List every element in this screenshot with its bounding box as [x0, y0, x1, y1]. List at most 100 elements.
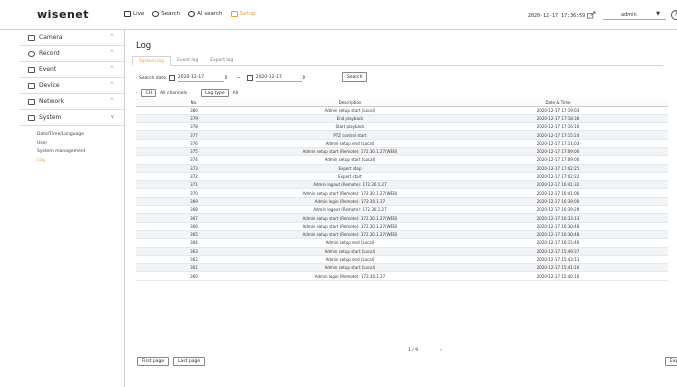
table-row[interactable]: 370 Admin setup start (Remote): 172.30.1.… — [136, 188, 668, 198]
column-header-date-time[interactable]: Date & Time — [448, 99, 668, 107]
cell-description: Admin logout (Remote): 172.30.1.27 — [252, 180, 448, 190]
cell-description: Admin setup start (Local) — [252, 263, 448, 273]
table-row[interactable]: 373 Export stop 2020-12-17 17:02:25 — [136, 164, 668, 173]
cell-description: Admin setup start (Remote): 172.30.1.27(… — [252, 213, 448, 223]
cell-no: 362 — [136, 255, 252, 265]
nav-setup-label: Setup — [239, 11, 256, 17]
table-row[interactable]: 367 Admin setup start (Remote): 172.30.1.… — [136, 213, 668, 223]
first-page-button[interactable]: First page — [137, 357, 170, 366]
channel-value: All channels — [159, 90, 188, 96]
table-row[interactable]: 360 Admin login (Remote): 172.30.1.27 2020… — [136, 271, 668, 281]
help-icon[interactable]: ? — [671, 10, 677, 20]
table-row[interactable]: 374 Admin setup start (Local) 2020-12-17 1… — [136, 155, 668, 165]
tab-event-log[interactable]: Event log — [171, 56, 204, 66]
cell-no: 361 — [136, 263, 252, 273]
table-row[interactable]: 364 Admin setup end (Local) 2020-12-17 16:… — [136, 238, 668, 248]
cell-date-time: 2020-12-17 17:09:00 — [448, 147, 668, 157]
table-row[interactable]: 362 Admin setup end (Local) 2020-12-17 15:… — [136, 255, 668, 265]
sidebar-item-label: Camera — [39, 34, 63, 41]
system-submenu: Date/Time/Language User System managemen… — [20, 126, 124, 165]
cell-description: Admin setup end (Local) — [252, 255, 448, 265]
log-table-body: 380 Admin setup start (Local) 2020-12-17 1… — [136, 106, 668, 281]
submenu-user[interactable]: User — [37, 140, 124, 149]
export-button[interactable]: Exp — [665, 357, 677, 366]
cell-no: 371 — [136, 180, 252, 190]
chevron-up-icon: ^ — [109, 34, 114, 40]
cell-no: 364 — [136, 238, 252, 248]
sidebar-item-camera[interactable]: Camera ^ — [20, 30, 124, 46]
cell-description: End playback — [252, 114, 448, 124]
calendar-icon[interactable] — [246, 75, 253, 81]
setup-icon — [230, 11, 238, 17]
table-row[interactable]: 379 End playback 2020-12-17 17:18:38 — [136, 114, 668, 124]
submenu-system-management[interactable]: System management — [37, 148, 124, 157]
table-row[interactable]: 369 Admin login (Remote): 172.30.1.27 2020… — [136, 197, 668, 207]
table-row[interactable]: 365 Admin setup start (Remote): 172.30.1.… — [136, 230, 668, 240]
submenu-date-time-language[interactable]: Date/Time/Language — [37, 131, 124, 140]
next-page-icon[interactable]: › — [440, 348, 442, 353]
table-row[interactable]: 376 Admin setup end (Local) 2020-12-17 17:… — [136, 139, 668, 149]
wisenet-logo: wisenet — [37, 8, 89, 21]
start-time-stepper[interactable]: ⇕ — [224, 75, 234, 81]
chevron-down-icon: v — [111, 114, 114, 120]
table-row[interactable]: 378 Start playback 2020-12-17 17:16:16 — [136, 122, 668, 132]
end-time-stepper[interactable]: ⇕ — [302, 75, 312, 81]
table-row[interactable]: 363 Admin setup start (Local) 2020-12-17 1… — [136, 247, 668, 256]
calendar-icon[interactable] — [168, 75, 175, 81]
cell-no: 372 — [136, 172, 252, 182]
table-row[interactable]: 366 Admin setup start (Remote): 172.30.1.… — [136, 222, 668, 231]
tab-system-log[interactable]: System log — [132, 56, 172, 66]
start-date-field[interactable]: 2020-12-17 — [177, 74, 224, 82]
cell-no: 367 — [136, 213, 252, 223]
table-header-row: No. Description Date & Time — [136, 99, 668, 107]
end-date-field[interactable]: 2020-12-17 — [255, 74, 302, 82]
nav-search[interactable]: Search — [152, 11, 180, 17]
pagination: 1 / 9 › — [408, 348, 442, 353]
table-row[interactable]: 377 PTZ control start 2020-12-17 17:15:24 — [136, 130, 668, 140]
sidebar-item-event[interactable]: Event ^ — [20, 62, 124, 78]
channel-button[interactable]: CH — [141, 89, 156, 97]
tab-export-log[interactable]: Export log — [204, 56, 239, 66]
nav-live[interactable]: Live — [124, 11, 144, 17]
search-date-row: · Search date 2020-12-17 ⇕ ~ 2020-12-17 … — [136, 73, 312, 83]
cell-date-time: 2020-12-17 17:02:22 — [448, 172, 668, 182]
cell-date-time: 2020-12-17 17:15:24 — [448, 130, 668, 140]
nav-ai-search[interactable]: AI search — [188, 11, 223, 17]
sidebar-item-device[interactable]: Device ^ — [20, 78, 124, 94]
cell-description: Admin setup start (Remote): 172.30.1.27(… — [252, 147, 448, 157]
range-separator: ~ — [236, 75, 241, 81]
last-page-button[interactable]: Last page — [173, 357, 206, 366]
nav-setup[interactable]: Setup — [230, 11, 256, 17]
submenu-log[interactable]: Log — [37, 157, 124, 166]
sidebar-item-network[interactable]: Network ^ — [20, 94, 124, 110]
search-date-label: · Search date — [136, 75, 166, 81]
column-header-no[interactable]: No. — [136, 99, 252, 107]
search-button[interactable]: Search — [342, 72, 368, 82]
page-title: Log — [136, 41, 152, 51]
nav-search-label: Search — [161, 11, 181, 17]
cell-no: 378 — [136, 122, 252, 132]
cell-no: 380 — [136, 106, 252, 115]
table-row[interactable]: 372 Export start 2020-12-17 17:02:22 — [136, 172, 668, 182]
table-row[interactable]: 368 Admin logout (Remote): 172.30.1.27 202… — [136, 205, 668, 215]
cell-description: Admin setup start (Remote): 172.30.1.27(… — [252, 230, 448, 240]
table-row[interactable]: 380 Admin setup start (Local) 2020-12-17 1… — [136, 106, 668, 115]
column-header-description[interactable]: Description — [252, 99, 448, 107]
cell-no: 374 — [136, 155, 252, 165]
cell-description: Admin login (Remote): 172.30.1.27 — [252, 271, 448, 281]
cell-date-time: 2020-12-17 17:11:03 — [448, 139, 668, 149]
cell-date-time: 2020-12-17 16:33:13 — [448, 213, 668, 223]
table-row[interactable]: 371 Admin logout (Remote): 172.30.1.27 202… — [136, 180, 668, 190]
sidebar-item-system[interactable]: System v — [20, 110, 124, 126]
cell-no: 365 — [136, 230, 252, 240]
table-row[interactable]: 375 Admin setup start (Remote): 172.30.1.… — [136, 147, 668, 157]
user-dropdown[interactable]: admin ▼ — [603, 10, 666, 20]
log-type-button[interactable]: Log type — [201, 89, 229, 97]
cell-date-time: 2020-12-17 16:30:48 — [448, 222, 668, 231]
log-type-value: All — [232, 90, 239, 96]
table-row[interactable]: 361 Admin setup start (Local) 2020-12-17 1… — [136, 263, 668, 273]
cell-date-time: 2020-12-17 17:18:38 — [448, 114, 668, 124]
export-icon[interactable] — [587, 11, 596, 19]
sidebar-item-label: System — [39, 114, 62, 121]
sidebar-item-record[interactable]: Record ^ — [20, 46, 124, 62]
